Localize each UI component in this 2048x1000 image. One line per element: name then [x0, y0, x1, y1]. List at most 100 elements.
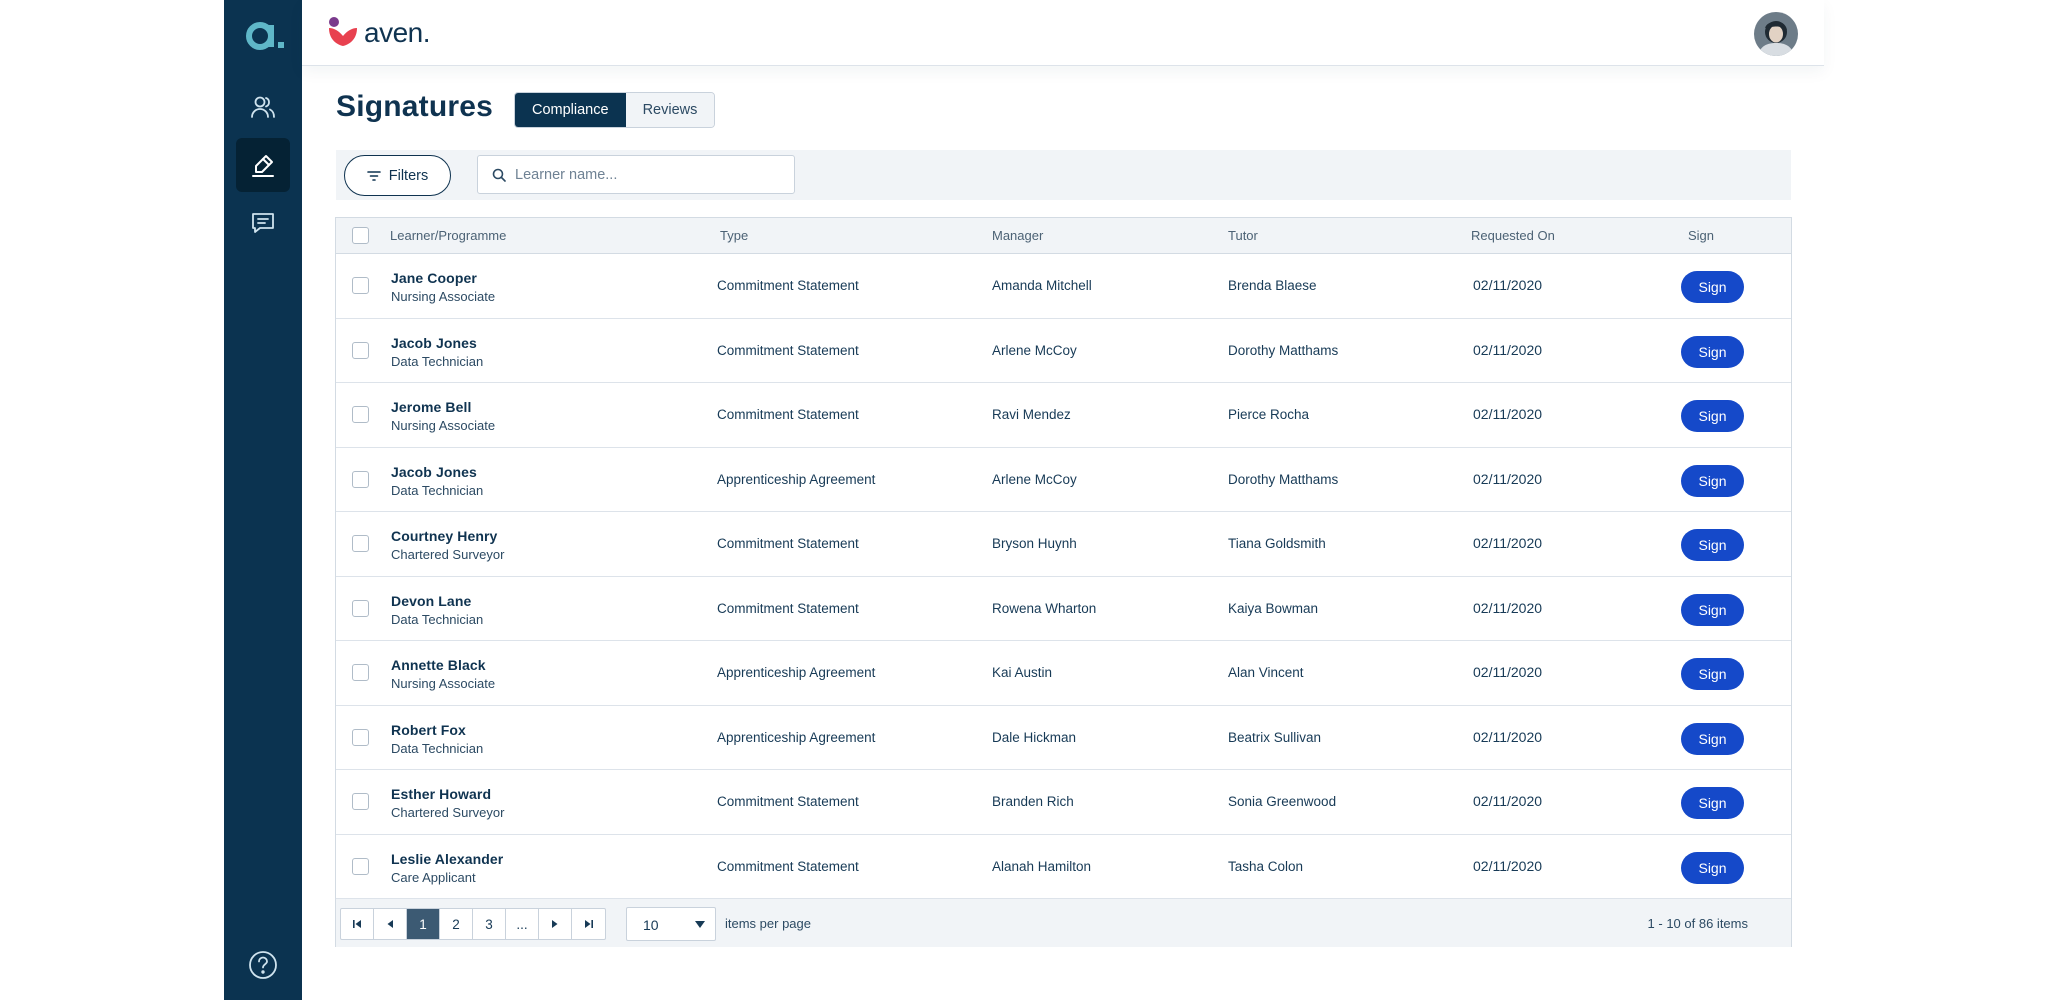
pager: 1 2 3 ...	[340, 908, 606, 940]
learner-programme: Nursing Associate	[391, 289, 496, 304]
tab-reviews[interactable]: Reviews	[625, 93, 715, 127]
table-row[interactable]: Jacob Jones Data Technician Apprenticeship…	[336, 447, 1791, 512]
learner-name[interactable]: Jane Cooper	[391, 270, 477, 286]
manager-name: Alanah Hamilton	[992, 858, 1092, 874]
learner-name[interactable]: Annette Black	[391, 657, 486, 673]
filter-bar: Filters	[336, 150, 1791, 200]
col-header-requested-on[interactable]: Requested On	[1471, 218, 1555, 253]
requested-on-date: 02/11/2020	[1473, 793, 1543, 809]
row-checkbox[interactable]	[352, 664, 369, 681]
requested-on-date: 02/11/2020	[1473, 341, 1543, 358]
requested-on-date: 02/11/2020	[1473, 277, 1543, 293]
sign-button[interactable]: Sign	[1681, 593, 1744, 626]
learner-programme: Nursing Associate	[391, 418, 496, 433]
row-checkbox[interactable]	[352, 406, 369, 423]
learner-programme: Data Technician	[391, 353, 484, 369]
table-row[interactable]: Esther Howard Chartered Surveyor Commitmen…	[336, 770, 1791, 835]
more-pages-button[interactable]: ...	[506, 909, 539, 939]
col-header-learner[interactable]: Learner/Programme	[390, 218, 506, 253]
table-row[interactable]: Robert Fox Data Technician Apprenticeship …	[336, 705, 1791, 770]
sign-button[interactable]: Sign	[1681, 335, 1744, 368]
sign-button[interactable]: Sign	[1681, 271, 1744, 303]
row-checkbox[interactable]	[352, 470, 369, 488]
signature-type: Commitment Statement	[717, 794, 859, 809]
col-header-tutor[interactable]: Tutor	[1228, 218, 1258, 253]
row-checkbox[interactable]	[352, 341, 369, 359]
learner-programme: Chartered Surveyor	[391, 805, 505, 820]
sign-button[interactable]: Sign	[1681, 851, 1744, 884]
top-bar: aven.	[302, 0, 1824, 66]
help-circle-icon[interactable]	[248, 950, 278, 980]
table-row[interactable]: Jacob Jones Data Technician Commitment Sta…	[336, 318, 1791, 383]
learner-name[interactable]: Leslie Alexander	[391, 851, 503, 867]
table-row[interactable]: Leslie Alexander Care Applicant Commitment…	[336, 834, 1791, 899]
tab-compliance[interactable]: Compliance	[515, 93, 626, 127]
requested-on-date: 02/11/2020	[1473, 406, 1543, 422]
col-header-type[interactable]: Type	[720, 218, 748, 253]
last-page-button[interactable]	[572, 909, 605, 939]
table-row[interactable]: Devon Lane Data Technician Commitment Stat…	[336, 576, 1791, 641]
row-checkbox[interactable]	[352, 728, 369, 746]
signature-type: Commitment Statement	[717, 600, 859, 616]
items-per-page-value: 10	[643, 917, 659, 933]
next-page-button[interactable]	[539, 909, 572, 939]
learner-name[interactable]: Devon Lane	[391, 593, 471, 609]
sidebar-item-messages[interactable]	[236, 196, 290, 250]
sign-button[interactable]: Sign	[1681, 722, 1744, 755]
prev-page-button[interactable]	[374, 909, 407, 939]
user-avatar[interactable]	[1754, 12, 1798, 56]
brand-logo[interactable]: aven.	[326, 16, 431, 50]
search-input[interactable]	[515, 166, 775, 183]
row-checkbox[interactable]	[352, 535, 369, 552]
row-checkbox[interactable]	[352, 793, 369, 810]
table-row[interactable]: Jane Cooper Nursing Associate Commitment S…	[336, 254, 1791, 319]
sign-button[interactable]: Sign	[1681, 464, 1744, 497]
learner-name[interactable]: Jerome Bell	[391, 399, 471, 415]
sign-button[interactable]: Sign	[1681, 658, 1744, 690]
sidebar-item-signatures[interactable]	[236, 138, 290, 192]
next-page-icon	[552, 920, 558, 928]
table-row[interactable]: Courtney Henry Chartered Surveyor Commitme…	[336, 512, 1791, 577]
first-page-button[interactable]	[341, 909, 374, 939]
select-all-checkbox[interactable]	[352, 227, 369, 244]
row-checkbox[interactable]	[352, 857, 369, 875]
items-count: 1 - 10 of 86 items	[1647, 916, 1748, 931]
page-2-button[interactable]: 2	[440, 909, 473, 939]
filters-button[interactable]: Filters	[344, 155, 451, 196]
learner-name[interactable]: Jacob Jones	[391, 335, 477, 351]
tutor-name: Dorothy Matthams	[1228, 342, 1339, 358]
learner-programme: Nursing Associate	[391, 676, 496, 691]
page-3-button[interactable]: 3	[473, 909, 506, 939]
aven-logo-icon	[329, 17, 357, 46]
page-1-button[interactable]: 1	[407, 909, 440, 939]
view-tabs: Compliance Reviews	[514, 92, 716, 128]
learner-programme: Care Applicant	[391, 869, 476, 885]
row-checkbox[interactable]	[352, 599, 369, 617]
learner-name[interactable]: Courtney Henry	[391, 528, 497, 544]
sidebar-logo[interactable]	[242, 14, 286, 58]
manager-name: Amanda Mitchell	[992, 278, 1092, 293]
signature-type: Commitment Statement	[717, 342, 859, 358]
items-per-page-select[interactable]: 10	[626, 907, 716, 941]
tutor-name: Dorothy Matthams	[1228, 471, 1339, 487]
row-checkbox[interactable]	[352, 277, 369, 294]
brand-name: aven.	[364, 17, 431, 48]
sidebar-item-users[interactable]	[236, 80, 290, 134]
prev-page-icon	[387, 920, 393, 928]
learner-name[interactable]: Jacob Jones	[391, 464, 477, 480]
sign-button[interactable]: Sign	[1681, 529, 1744, 561]
col-header-manager[interactable]: Manager	[992, 218, 1043, 253]
table-row[interactable]: Jerome Bell Nursing Associate Commitment S…	[336, 383, 1791, 448]
sign-button[interactable]: Sign	[1681, 400, 1744, 432]
learner-name[interactable]: Esther Howard	[391, 786, 491, 802]
items-per-page-label: items per page	[725, 916, 811, 931]
signature-type: Commitment Statement	[717, 858, 859, 874]
learner-name[interactable]: Robert Fox	[391, 722, 466, 738]
sign-button[interactable]: Sign	[1681, 787, 1744, 819]
search-icon	[492, 168, 506, 182]
table-row[interactable]: Annette Black Nursing Associate Apprentice…	[336, 641, 1791, 706]
tutor-name: Brenda Blaese	[1228, 278, 1317, 293]
avatar-image	[1754, 12, 1798, 56]
signature-type: Apprenticeship Agreement	[717, 471, 876, 487]
tutor-name: Pierce Rocha	[1228, 407, 1310, 422]
